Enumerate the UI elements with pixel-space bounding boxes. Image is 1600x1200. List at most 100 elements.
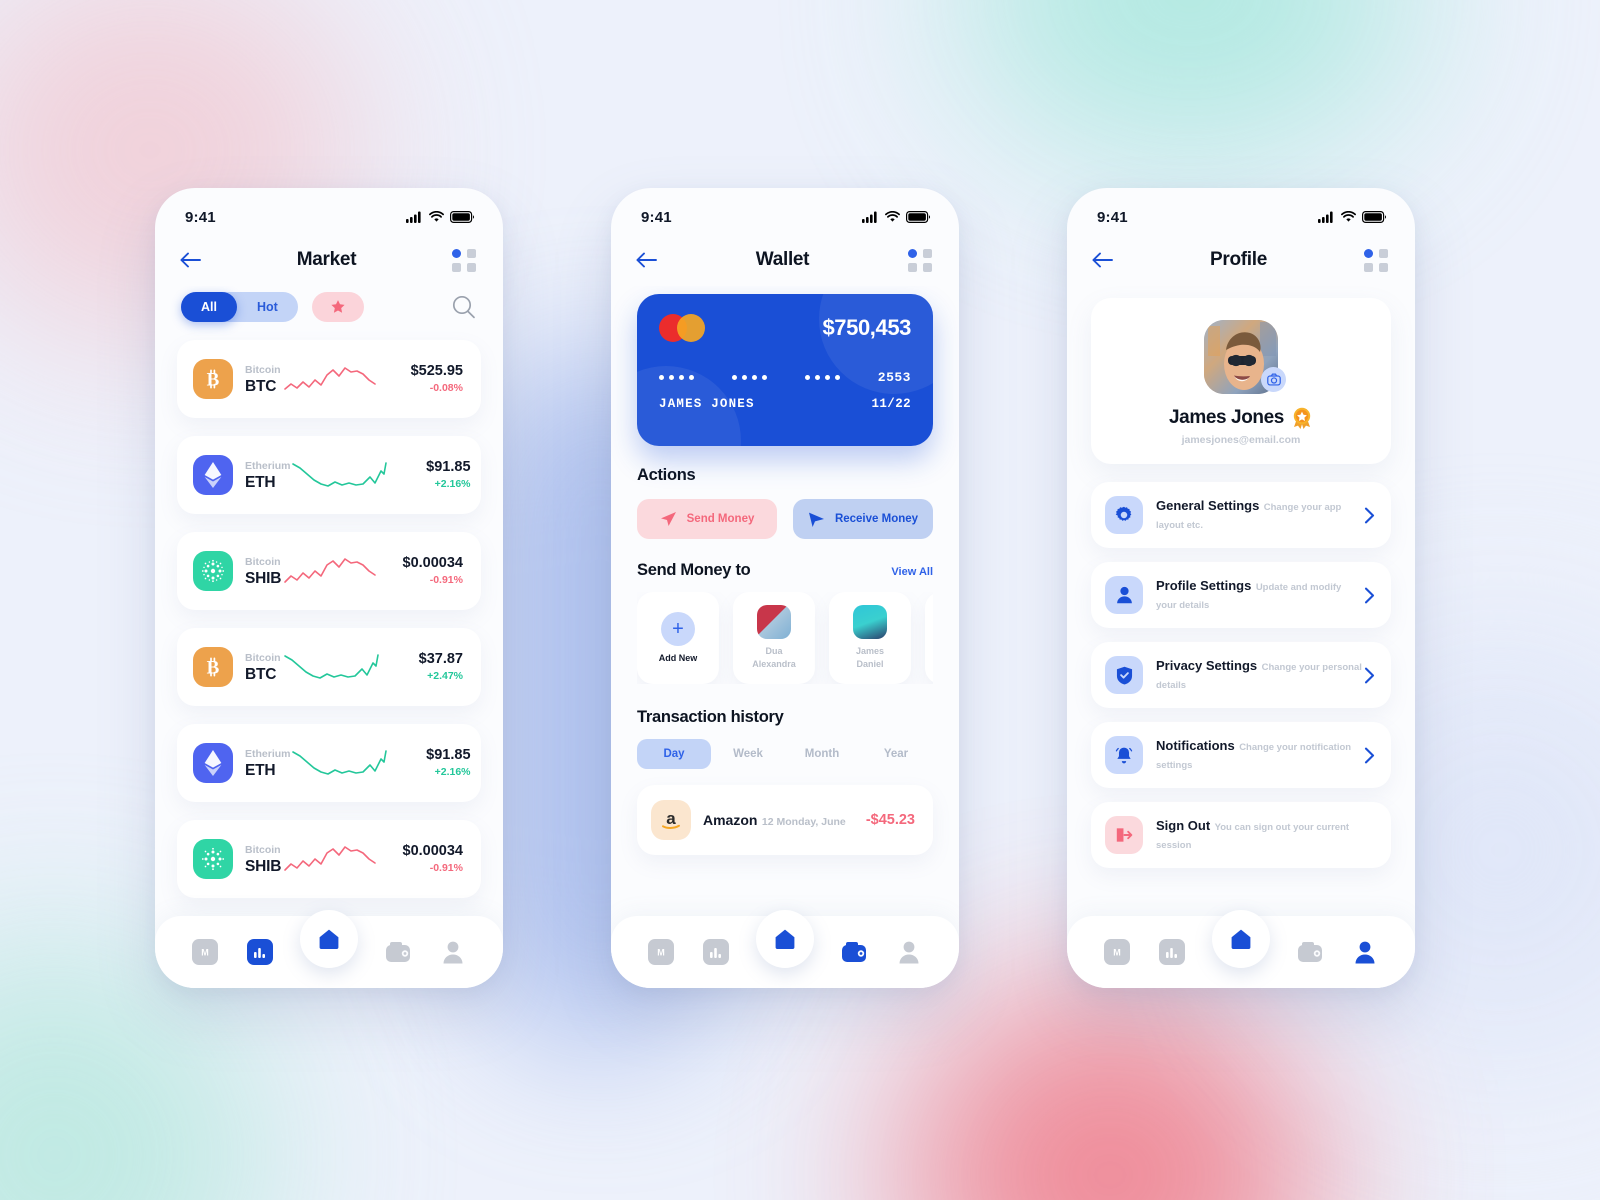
setting-notifications[interactable]: Notifications Change your notification s… (1091, 722, 1391, 788)
receive-money-label: Receive Money (834, 513, 919, 525)
period-month[interactable]: Month (785, 739, 859, 769)
send-plane-icon (660, 511, 676, 526)
contacts-carousel[interactable]: + Add New Dua Alexandra James Daniel (637, 592, 933, 684)
grid-view-icon[interactable] (907, 248, 933, 272)
coin-row-eth-1[interactable]: Etherium ETH $91.85 +2.16% (177, 436, 481, 514)
contact-item[interactable]: James Daniel (829, 592, 911, 684)
coin-change: -0.91% (429, 574, 463, 586)
setting-title: Profile Settings (1156, 578, 1252, 593)
contact-item[interactable]: Du Alexa (925, 592, 933, 684)
tab-messages[interactable]: M (190, 937, 220, 967)
contact-first-name: James (855, 646, 885, 656)
card-masked-group (731, 375, 767, 380)
coin-row-btc-1[interactable]: B Bitcoin BTC $525.95 -0.08% (177, 340, 481, 418)
setting-privacy-settings[interactable]: Privacy Settings Change your personal de… (1091, 642, 1391, 708)
camera-icon (1266, 373, 1281, 386)
tab-wallet[interactable] (839, 937, 869, 967)
send-money-button[interactable]: Send Money (637, 499, 777, 539)
tab-messages[interactable]: M (646, 937, 676, 967)
card-last4: 2553 (877, 370, 911, 385)
send-money-title: Send Money to (637, 561, 751, 579)
transaction-merchant: Amazon (703, 811, 758, 828)
filter-favorites[interactable] (311, 292, 364, 322)
coin-row-btc-2[interactable]: B Bitcoin BTC $37.87 +2.47% (177, 628, 481, 706)
setting-title: Notifications (1156, 738, 1235, 753)
receive-money-button[interactable]: Receive Money (793, 499, 933, 539)
credit-card[interactable]: $750,453 2553 JAMES JONES 11/22 (637, 294, 933, 446)
view-all-link[interactable]: View All (891, 566, 933, 578)
status-time: 9:41 (641, 208, 672, 226)
coin-symbol: ETH (245, 473, 276, 491)
star-icon (331, 300, 345, 313)
coin-price: $37.87 (418, 651, 463, 667)
battery-icon (1362, 211, 1387, 223)
battery-icon (450, 211, 475, 223)
tab-profile[interactable] (1350, 937, 1380, 967)
coin-fullname: Etherium (245, 459, 291, 472)
transaction-date: 12 Monday, June (761, 815, 846, 828)
setting-text: Notifications Change your notification s… (1156, 737, 1364, 773)
tab-stats[interactable] (701, 937, 731, 967)
coin-values: $37.87 +2.47% (379, 650, 463, 684)
back-button[interactable] (1091, 252, 1113, 268)
tab-stats[interactable] (245, 937, 275, 967)
card-expiry: 11/22 (871, 397, 911, 411)
period-day[interactable]: Day (637, 739, 711, 769)
grid-view-icon[interactable] (451, 248, 477, 272)
filter-all[interactable]: All (181, 292, 237, 322)
profile-navbar: Profile (1067, 234, 1415, 286)
chevron-right-icon[interactable] (1364, 747, 1375, 764)
chevron-right-icon[interactable] (1364, 667, 1375, 684)
transaction-row[interactable]: a Amazon 12 Monday, June -$45.23 (637, 785, 933, 855)
tab-wallet[interactable] (1295, 937, 1325, 967)
tab-home[interactable] (755, 910, 814, 968)
logout-icon (1105, 816, 1143, 854)
avatar-container (1204, 320, 1286, 394)
coin-values: $0.00034 -0.91% (379, 554, 463, 588)
coin-logo (193, 839, 233, 879)
contact-last-name: Daniel (856, 659, 884, 669)
coin-sparkline (283, 647, 379, 687)
chevron-right-icon[interactable] (1364, 507, 1375, 524)
back-button[interactable] (179, 252, 201, 268)
setting-general-settings[interactable]: General Settings Change your app layout … (1091, 482, 1391, 548)
coin-row-shib-2[interactable]: Bitcoin SHIB $0.00034 -0.91% (177, 820, 481, 898)
tab-profile[interactable] (438, 937, 468, 967)
setting-sign-out[interactable]: Sign Out You can sign out your current s… (1091, 802, 1391, 868)
bar-chart-icon (702, 939, 729, 965)
coin-row-eth-2[interactable]: Etherium ETH $91.85 +2.16% (177, 724, 481, 802)
coin-values: $525.95 -0.08% (379, 362, 463, 396)
battery-icon (906, 211, 931, 223)
back-button[interactable] (635, 252, 657, 268)
tab-wallet[interactable] (383, 937, 413, 967)
setting-profile-settings[interactable]: Profile Settings Update and modify your … (1091, 562, 1391, 628)
actions-row: Send Money Receive Money (637, 499, 933, 539)
chevron-right-icon[interactable] (1364, 587, 1375, 604)
contact-add-new[interactable]: + Add New (637, 592, 719, 684)
card-number-row: 2553 (659, 370, 911, 385)
bell-icon (1105, 736, 1143, 774)
coin-symbol: BTC (245, 665, 277, 683)
change-photo-button[interactable] (1261, 367, 1286, 392)
home-icon (1231, 929, 1251, 949)
send-money-label: Send Money (686, 513, 755, 525)
coin-names: Bitcoin SHIB (245, 843, 283, 876)
period-year[interactable]: Year (859, 739, 933, 769)
period-week[interactable]: Week (711, 739, 785, 769)
coin-symbol: SHIB (245, 857, 282, 875)
filter-hot[interactable]: Hot (237, 292, 298, 322)
status-bar: 9:41 (611, 188, 959, 234)
tab-home[interactable] (299, 910, 358, 968)
tab-profile[interactable] (894, 937, 924, 967)
tab-home[interactable] (1211, 910, 1270, 968)
search-button[interactable] (451, 294, 477, 320)
m-letter-icon: M (191, 939, 218, 965)
tab-stats[interactable] (1157, 937, 1187, 967)
receive-plane-icon (808, 512, 824, 527)
tab-messages[interactable]: M (1102, 937, 1132, 967)
grid-view-icon[interactable] (1364, 248, 1389, 272)
contact-item[interactable]: Dua Alexandra (733, 592, 815, 684)
card-masked-group (659, 375, 694, 380)
market-filters: All Hot (155, 286, 503, 322)
coin-row-shib-1[interactable]: Bitcoin SHIB $0.00034 -0.91% (177, 532, 481, 610)
